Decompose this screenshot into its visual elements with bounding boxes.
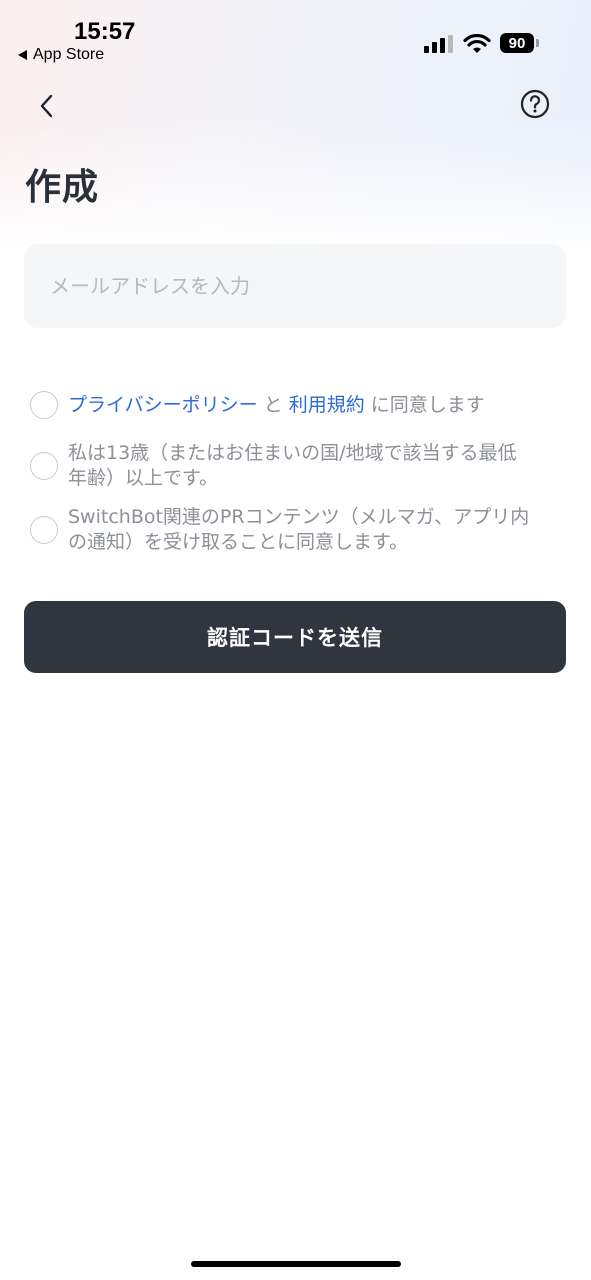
email-input[interactable]: [48, 273, 542, 299]
chevron-left-icon: [40, 94, 53, 118]
back-triangle-icon: [18, 50, 27, 60]
marketing-agreement-line-1: SwitchBot関連のPRコンテンツ（メルマガ、アプリ内: [68, 506, 530, 528]
privacy-suffix: に同意します: [364, 393, 485, 416]
status-time: 15:57: [74, 18, 136, 45]
email-field[interactable]: [24, 244, 566, 328]
wifi-icon: [463, 34, 491, 53]
battery-tip: [536, 39, 539, 47]
age-agreement-line-2: 年齢）以上です。: [68, 467, 219, 489]
terms-of-use-link[interactable]: 利用規約: [289, 394, 365, 416]
home-indicator[interactable]: [191, 1261, 401, 1267]
marketing-agreement-line-2: の通知）を受け取ることに同意します。: [68, 531, 409, 553]
battery-indicator: 90: [500, 33, 534, 53]
privacy-agreement-row[interactable]: プライバシーポリシー と 利用規約 に同意します: [30, 391, 550, 419]
question-circle-icon[interactable]: [520, 89, 550, 119]
age-agreement-checkbox[interactable]: [30, 452, 58, 480]
marketing-agreement-checkbox[interactable]: [30, 516, 58, 544]
privacy-agreement-checkbox[interactable]: [30, 391, 58, 419]
age-agreement-line-1: 私は13歳（またはお住まいの国/地域で該当する最低: [68, 442, 517, 464]
send-verification-code-button[interactable]: 認証コードを送信: [24, 601, 566, 673]
marketing-agreement-text: SwitchBot関連のPRコンテンツ（メルマガ、アプリ内 の通知）を受け取るこ…: [68, 505, 529, 555]
page-title: 作成: [25, 167, 100, 208]
marketing-agreement-row[interactable]: SwitchBot関連のPRコンテンツ（メルマガ、アプリ内 の通知）を受け取るこ…: [30, 505, 550, 555]
back-to-app-link[interactable]: App Store: [18, 46, 104, 64]
privacy-agreement-text: プライバシーポリシー と 利用規約 に同意します: [68, 393, 485, 418]
cellular-signal-icon: [424, 35, 453, 53]
privacy-policy-link[interactable]: プライバシーポリシー: [68, 394, 258, 416]
age-agreement-row[interactable]: 私は13歳（またはお住まいの国/地域で該当する最低 年齢）以上です。: [30, 441, 550, 491]
back-button[interactable]: [28, 86, 64, 126]
age-agreement-text: 私は13歳（またはお住まいの国/地域で該当する最低 年齢）以上です。: [68, 441, 517, 491]
back-to-app-label: App Store: [33, 46, 105, 63]
privacy-connector: と: [257, 393, 289, 416]
